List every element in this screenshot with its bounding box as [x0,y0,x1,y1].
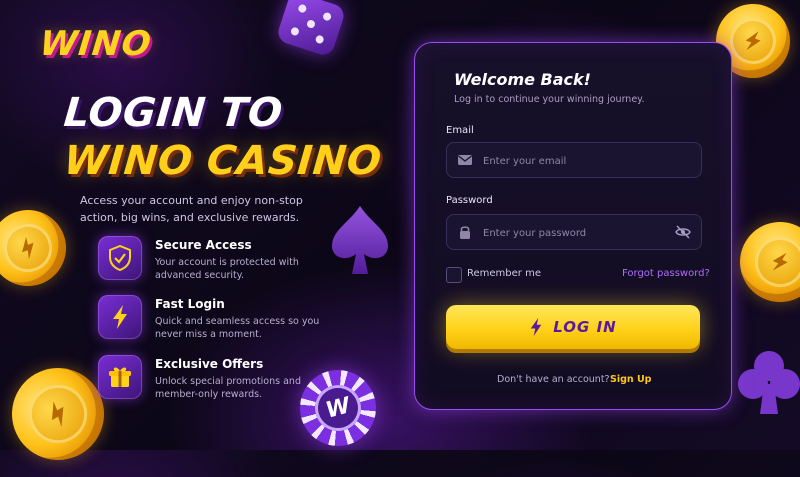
feature-title: Exclusive Offers [155,357,264,371]
brand-logo[interactable]: WINO [38,24,154,64]
email-input[interactable] [481,143,685,179]
hero-title-line2: WINO CASINO [61,138,384,184]
login-button-label: LOG IN [553,318,617,336]
login-button[interactable]: LOG IN [446,305,700,349]
remember-me-checkbox[interactable] [446,267,462,283]
password-input[interactable] [481,215,685,251]
club-icon [738,351,800,414]
email-label: Email [446,125,474,136]
mail-icon [458,155,472,165]
feature-description: Your account is protected with advanced … [155,257,299,281]
login-title: Welcome Back! [454,70,591,89]
lightning-icon [98,295,142,339]
shield-check-icon [98,236,142,280]
gold-coin-icon [0,199,77,297]
feature-title: Fast Login [155,297,225,311]
dice-icon [275,0,347,58]
hero-title-line1: LOGIN TO [61,90,285,136]
lock-icon [460,226,470,239]
feature-title: Secure Access [155,238,252,252]
feature-description: Unlock special promotions and member-onl… [155,376,301,400]
spade-icon [332,206,388,274]
gift-icon [98,355,142,399]
forgot-password-link[interactable]: Forgot password? [622,268,710,279]
feature-secure-access: Secure Access Your account is protected … [98,236,328,286]
gold-coin-icon [726,208,800,316]
hero-description: Access your account and enjoy non-stop a… [80,194,303,224]
feature-fast-login: Fast Login Quick and seamless access so … [98,295,328,345]
no-account-text: Don't have an account? [497,374,610,385]
remember-me-label[interactable]: Remember me [467,268,541,279]
email-field-wrapper [446,142,702,179]
lightning-icon [531,318,542,336]
password-field-wrapper [446,214,702,251]
feature-description: Quick and seamless access so you never m… [155,316,320,340]
eye-off-icon[interactable] [675,224,691,240]
login-subtitle: Log in to continue your winning journey. [454,94,645,105]
password-label: Password [446,195,493,206]
sign-up-link[interactable]: Sign Up [610,374,651,385]
feature-exclusive-offers: Exclusive Offers Unlock special promotio… [98,355,328,405]
